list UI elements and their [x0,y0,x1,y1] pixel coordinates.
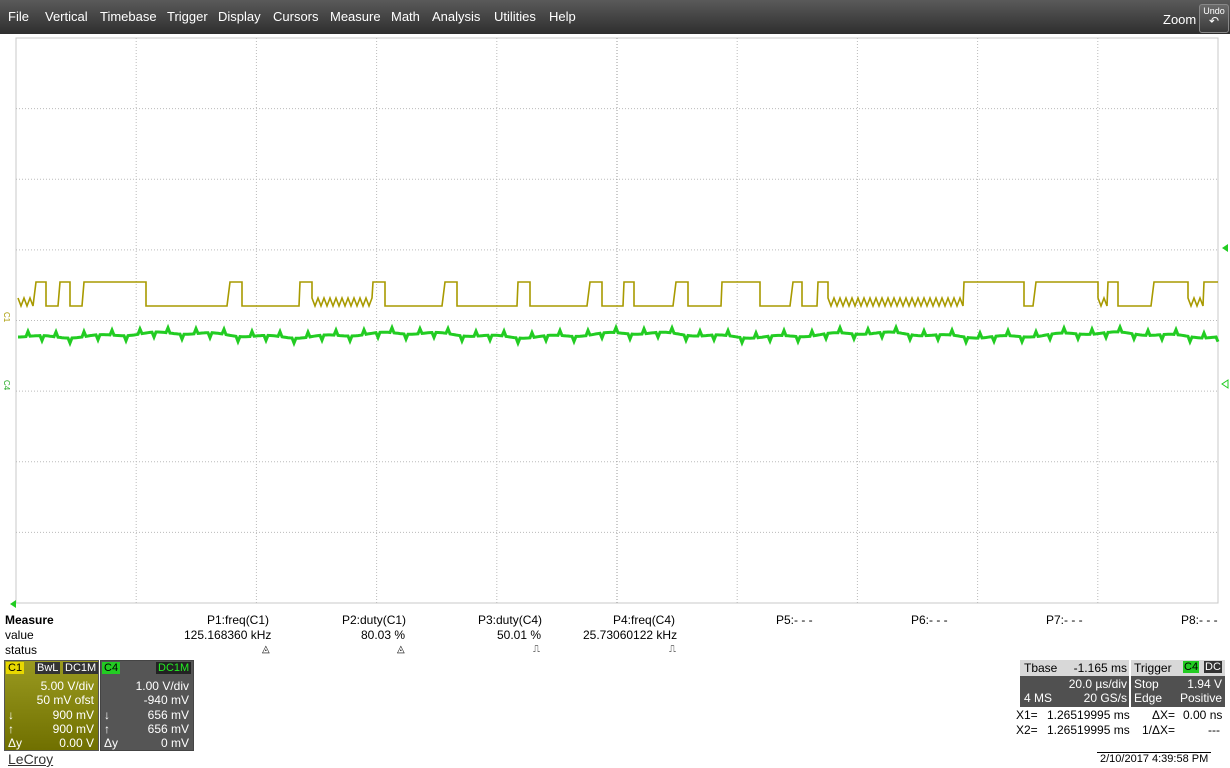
datetime: 2/10/2017 4:39:58 PM [1097,752,1212,765]
timebase-tdiv: 20.0 µs/div [1068,677,1127,691]
trigger-level-marker[interactable] [1222,244,1228,252]
menu-timebase[interactable]: Timebase [100,9,157,24]
channel-c4-descriptor[interactable]: C4 DC1M 1.00 V/div -940 mV ↓ 656 mV ↑ 65… [100,660,194,751]
param-p7-label[interactable]: P7:- - - [1046,613,1083,627]
warning-icon: ◬ [262,644,270,655]
trigger-coupling: DC [1204,661,1222,673]
menu-display[interactable]: Display [218,9,261,24]
menu-help[interactable]: Help [549,9,576,24]
c4-delta-label: Δy [104,736,119,750]
trigger-mode: Stop [1134,677,1159,691]
undo-button[interactable]: Undo ↶ [1199,4,1229,33]
param-p5-label[interactable]: P5:- - - [776,613,813,627]
menu-trigger[interactable]: Trigger [167,9,208,24]
menu-math[interactable]: Math [391,9,420,24]
pulse-icon: ⎍ [669,644,676,655]
c1-cursor2: 900 mV [52,722,94,736]
menu-file[interactable]: File [8,9,29,24]
channel-c1-descriptor[interactable]: C1 BwL DC1M 5.00 V/div 50 mV ofst ↓ 900 … [4,660,99,751]
cursor-down-icon: ↓ [104,708,110,722]
trigger-descriptor[interactable]: Trigger C4 DC Stop 1.94 V Edge Positive [1131,660,1225,707]
timebase-rate: 20 GS/s [1083,691,1127,705]
c4-ground-marker[interactable]: C4 [2,380,11,391]
param-p1-value: 125.168360 kHz [184,628,272,642]
menu-utilities[interactable]: Utilities [494,9,536,24]
param-p2-value: 80.03 % [361,628,406,642]
cursor-down-icon: ↓ [8,708,14,722]
c4-cursor2: 656 mV [147,722,189,736]
cursor-up-icon: ↑ [8,722,14,736]
zoom-button[interactable]: Zoom [1163,12,1196,27]
c4-vdiv: 1.00 V/div [135,679,189,693]
trigger-level: 1.94 V [1187,677,1222,691]
menu-vertical[interactable]: Vertical [45,9,88,24]
c4-coupling-badge: DC1M [156,662,192,674]
cursor-up-icon: ↑ [104,722,110,736]
menu-measure[interactable]: Measure [330,9,381,24]
cursor-x2-label: X2= [1016,723,1038,737]
menu-cursors[interactable]: Cursors [273,9,319,24]
menu-bar: File Vertical Timebase Trigger Display C… [0,0,1230,34]
param-p4-label[interactable]: P4:freq(C4) [613,613,675,627]
c1-offset: 50 mV ofst [36,693,94,707]
pulse-icon: ⎍ [533,644,540,655]
c4-cursor1: 656 mV [147,708,189,722]
param-p3-label[interactable]: P3:duty(C4) [478,613,542,627]
trigger-slope: Positive [1179,691,1222,705]
trigger-label: Trigger [1134,661,1172,675]
cursor-inverse-dx-value: --- [1208,723,1220,737]
trigger-type: Edge [1134,691,1163,705]
param-p1-label[interactable]: P1:freq(C1) [207,613,269,627]
timebase-samples: 4 MS [1024,691,1053,705]
undo-arrow-icon: ↶ [1208,14,1220,28]
cursor-x1-value: 1.26519995 ms [1047,708,1130,722]
trigger-position-marker[interactable] [10,600,16,608]
cursor-dx-label: ΔX= [1152,708,1176,722]
c1-delta-label: Δy [8,736,23,750]
measure-row-status-label: status [5,643,38,657]
param-p8-label[interactable]: P8:- - - [1181,613,1218,627]
cursor-x2-value: 1.26519995 ms [1047,723,1130,737]
menu-analysis[interactable]: Analysis [432,9,480,24]
c1-coupling-badge: DC1M [63,662,99,674]
c1-vdiv: 5.00 V/div [40,679,94,693]
timebase-delay: -1.165 ms [1073,661,1127,675]
timebase-label: Tbase [1024,661,1058,675]
c1-tag: C1 [6,662,25,674]
timebase-descriptor[interactable]: Tbase -1.165 ms 20.0 µs/div 4 MS 20 GS/s [1020,660,1129,707]
c4-offset-marker[interactable] [1221,379,1229,389]
param-p3-value: 50.01 % [497,628,542,642]
c1-ground-marker[interactable]: C1 [2,312,11,323]
cursor-x1-label: X1= [1016,708,1038,722]
waveform-grid[interactable]: C1 C4 [0,34,1230,610]
param-p4-value: 25.73060122 kHz [583,628,678,642]
c1-bwl-badge: BwL [35,662,61,674]
cursor-dx-value: 0.00 ns [1183,708,1223,722]
trigger-source: C4 [1183,661,1200,673]
c4-tag: C4 [102,662,121,674]
c4-delta: 0 mV [160,736,189,750]
param-p6-label[interactable]: P6:- - - [911,613,948,627]
measure-header[interactable]: Measure [5,613,54,627]
brand-logo: LeCroy [8,751,54,767]
c1-cursor1: 900 mV [52,708,94,722]
param-p2-label[interactable]: P2:duty(C1) [342,613,406,627]
measure-row-value-label: value [5,628,34,642]
c1-delta: 0.00 V [59,736,94,750]
warning-icon: ◬ [397,644,405,655]
c4-offset: -940 mV [143,693,189,707]
cursor-inverse-dx-label: 1/ΔX= [1142,723,1176,737]
